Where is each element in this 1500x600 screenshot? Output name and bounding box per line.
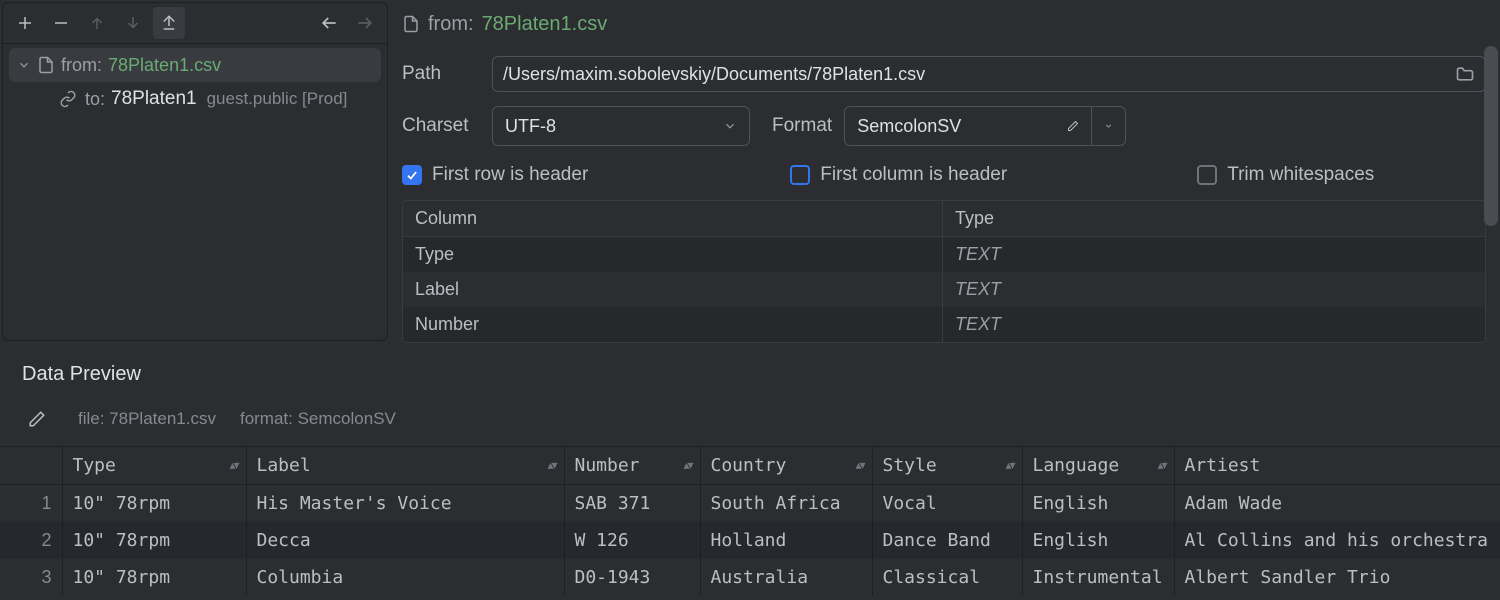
pencil-icon[interactable] [1067, 117, 1079, 135]
preview-format-label: format: SemcolonSV [240, 409, 396, 429]
first-col-label: First column is header [820, 164, 1007, 186]
col-header[interactable]: Number▲▼ [564, 447, 700, 485]
col-header[interactable]: Artiest [1174, 447, 1500, 485]
format-dropdown[interactable] [1091, 107, 1125, 145]
back-icon[interactable] [313, 7, 345, 39]
add-icon[interactable] [9, 7, 41, 39]
col-header-type[interactable]: Type [943, 201, 1485, 237]
row-number-header [0, 447, 62, 485]
source-tree-panel: from: 78Platen1.csv to: 78Platen1 guest.… [2, 2, 388, 341]
folder-icon[interactable] [1455, 64, 1475, 84]
table-row[interactable]: Number TEXT [403, 307, 1485, 342]
crumb-file: 78Platen1.csv [482, 13, 608, 36]
edit-preview-button[interactable] [20, 402, 54, 436]
tree-toolbar [3, 3, 387, 44]
tree-target-row[interactable]: to: 78Platen1 guest.public [Prod] [9, 82, 381, 116]
col-header[interactable]: Style▲▼ [872, 447, 1022, 485]
to-target: 78Platen1 [111, 88, 197, 110]
trim-whitespace-checkbox[interactable]: Trim whitespaces [1197, 164, 1374, 186]
col-header[interactable]: Label▲▼ [246, 447, 564, 485]
chevron-down-icon [17, 58, 31, 72]
import-icon[interactable] [153, 7, 185, 39]
tree-source-row[interactable]: from: 78Platen1.csv [9, 48, 381, 82]
table-row[interactable]: 2 10" 78rpm Decca W 126 Holland Dance Ba… [0, 522, 1500, 559]
to-schema: guest.public [Prod] [207, 89, 348, 109]
pencil-icon [28, 410, 46, 428]
table-row[interactable]: 1 10" 78rpm His Master's Voice SAB 371 S… [0, 485, 1500, 523]
columns-table: Column Type Type TEXT Label TEXT Number … [402, 200, 1486, 343]
charset-value: UTF-8 [505, 116, 556, 137]
from-filename: 78Platen1.csv [108, 55, 221, 76]
charset-select[interactable]: UTF-8 [492, 106, 750, 146]
row-number: 2 [0, 522, 62, 559]
forward-icon [349, 7, 381, 39]
preview-info-bar: file: 78Platen1.csv format: SemcolonSV [0, 396, 1500, 446]
path-input[interactable]: /Users/maxim.sobolevskiy/Documents/78Pla… [492, 56, 1486, 92]
format-label: Format [772, 115, 832, 137]
sort-icon: ▲▼ [1157, 460, 1165, 471]
trim-label: Trim whitespaces [1227, 164, 1374, 186]
sort-icon: ▲▼ [683, 460, 691, 471]
table-row[interactable]: Label TEXT [403, 272, 1485, 307]
move-down-icon [117, 7, 149, 39]
remove-icon[interactable] [45, 7, 77, 39]
sort-icon: ▲▼ [229, 460, 237, 471]
path-label: Path [402, 63, 480, 85]
col-header[interactable]: Type▲▼ [62, 447, 246, 485]
move-up-icon [81, 7, 113, 39]
row-number: 1 [0, 485, 62, 523]
checkbox-unchecked-icon [790, 165, 810, 185]
format-select[interactable]: SemcolonSV [844, 106, 1126, 146]
link-icon [59, 90, 77, 108]
format-value: SemcolonSV [857, 116, 961, 137]
checkbox-unchecked-icon [1197, 165, 1217, 185]
table-row[interactable]: 3 10" 78rpm Columbia D0-1943 Australia C… [0, 559, 1500, 596]
chevron-down-icon [1104, 119, 1113, 133]
data-preview-title: Data Preview [0, 343, 1500, 396]
sort-icon: ▲▼ [547, 460, 555, 471]
first-row-label: First row is header [432, 164, 588, 186]
charset-label: Charset [402, 115, 480, 137]
row-number: 3 [0, 559, 62, 596]
crumb-prefix: from: [428, 13, 474, 36]
first-col-header-checkbox[interactable]: First column is header [790, 164, 1007, 186]
checkbox-checked-icon [402, 165, 422, 185]
from-prefix: from: [61, 55, 102, 76]
sort-icon: ▲▼ [1005, 460, 1013, 471]
to-prefix: to: [85, 89, 105, 110]
data-preview-grid: Type▲▼ Label▲▼ Number▲▼ Country▲▼ Style▲… [0, 446, 1500, 596]
file-icon [402, 15, 420, 33]
file-icon [37, 56, 55, 74]
preview-file-label: file: 78Platen1.csv [78, 409, 216, 429]
sort-icon: ▲▼ [855, 460, 863, 471]
scrollbar[interactable] [1484, 46, 1498, 226]
config-panel: from: 78Platen1.csv Path /Users/maxim.so… [390, 0, 1500, 343]
col-header-column[interactable]: Column [403, 201, 943, 237]
path-value: /Users/maxim.sobolevskiy/Documents/78Pla… [503, 64, 925, 85]
breadcrumb: from: 78Platen1.csv [402, 6, 1486, 42]
chevron-down-icon [723, 119, 737, 133]
col-header[interactable]: Country▲▼ [700, 447, 872, 485]
col-header[interactable]: Language▲▼ [1022, 447, 1174, 485]
first-row-header-checkbox[interactable]: First row is header [402, 164, 588, 186]
table-row[interactable]: Type TEXT [403, 237, 1485, 272]
